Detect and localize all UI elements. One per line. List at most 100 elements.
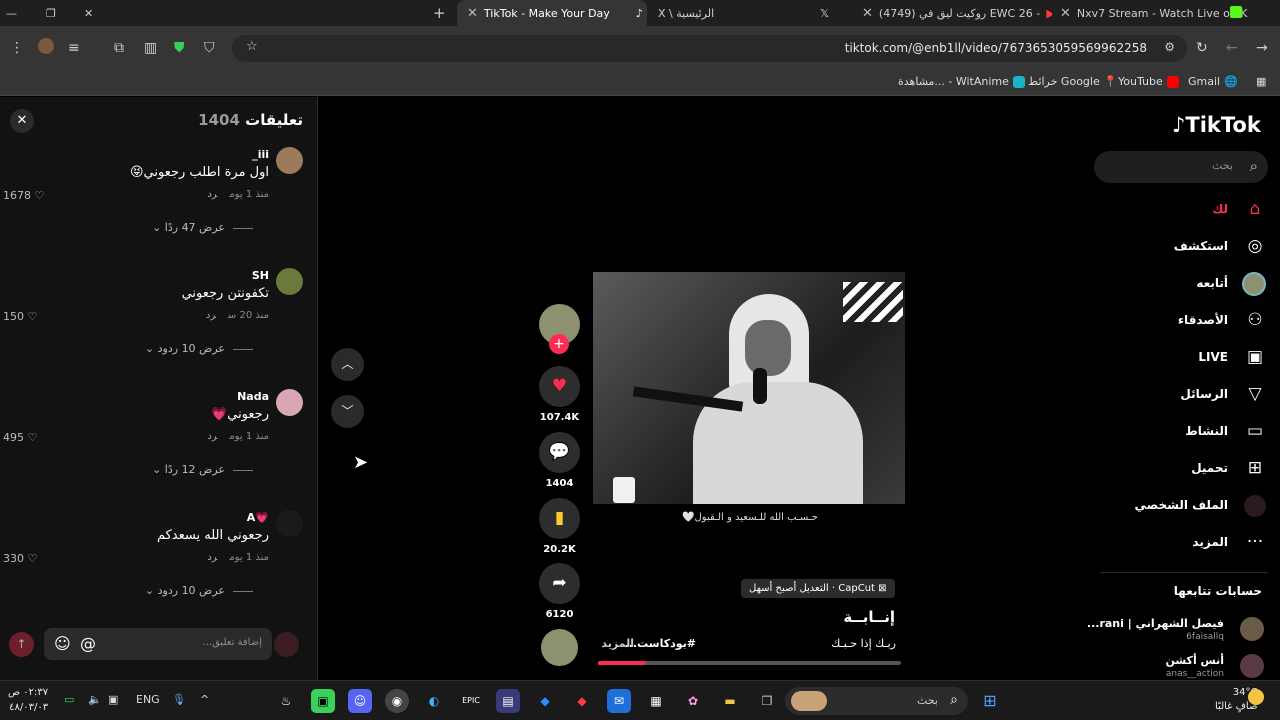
reload-icon[interactable]: ↻ — [1196, 40, 1208, 56]
following-account[interactable]: فيصل الشهراني | rani... 6faisallq — [1084, 615, 1264, 645]
bookmark-gmail[interactable]: Gmail 🌐 — [1188, 75, 1238, 88]
share-button[interactable]: ➦ 6120 — [539, 563, 580, 620]
tray-chevron-icon[interactable]: ^ — [200, 693, 209, 706]
close-comments-button[interactable]: ✕ — [10, 109, 34, 133]
network-icon[interactable]: ▣ — [108, 693, 118, 706]
tab-x[interactable]: X \ الرئيسية 𝕏 — [658, 0, 848, 26]
new-tab-button[interactable]: + — [433, 0, 446, 26]
epic-games-icon[interactable]: EPIC — [459, 689, 483, 713]
tab-youtube[interactable]: ✕ (4749) روكيت ليق في EWC 26 - ▶ — [862, 0, 1052, 26]
sidebar-item-upload[interactable]: ⊞ تحميل — [1126, 455, 1266, 485]
video-progress-bar[interactable] — [598, 661, 901, 665]
battery-icon[interactable]: ▭ — [64, 693, 74, 706]
capcut-badge[interactable]: ⊠ CapCut · التعديل أصبح أسهل — [741, 579, 895, 598]
creator-avatar-button[interactable]: + — [539, 304, 580, 354]
comment-like-button[interactable]: 495 ♡ — [3, 431, 37, 444]
reply-button[interactable]: رد — [207, 431, 217, 442]
close-icon[interactable]: ✕ — [1060, 6, 1071, 21]
previous-video-button[interactable]: ︿ — [331, 348, 364, 381]
forward-icon[interactable]: ← — [1226, 40, 1238, 56]
close-icon[interactable]: ✕ — [862, 6, 873, 21]
sidebar-item-foryou[interactable]: ⌂ لك — [1126, 196, 1266, 226]
avatar[interactable] — [276, 389, 303, 416]
window-close-button[interactable]: ✕ — [84, 0, 93, 26]
comment-username[interactable]: SH — [252, 269, 269, 282]
like-button[interactable]: ♥ 107.4K — [539, 366, 580, 423]
bookmark-youtube[interactable]: YouTube — [1118, 75, 1179, 88]
sidebar-item-friends[interactable]: ⚇ الأصدقاء — [1126, 307, 1266, 337]
window-minimize-button[interactable]: — — [6, 0, 17, 26]
star-icon[interactable]: ☆ — [246, 39, 258, 54]
site-settings-icon[interactable]: ⚙ — [1164, 40, 1175, 54]
view-replies-button[interactable]: عرض 10 ردود ⌄ — [145, 342, 253, 355]
sidebar-item-more[interactable]: ··· المزيد — [1126, 529, 1266, 559]
music-disc-button[interactable] — [539, 629, 580, 666]
comment-username[interactable]: A💗 — [247, 511, 269, 524]
taskbar-search[interactable]: بحث ⌕ — [785, 687, 968, 715]
comment-username[interactable]: Nada — [237, 390, 269, 403]
app-red-icon[interactable]: ◆ — [570, 689, 594, 713]
sidebar-item-live[interactable]: ▣ LIVE — [1126, 344, 1266, 374]
microphone-icon[interactable]: 🎙 — [172, 693, 186, 706]
view-replies-button[interactable]: عرض 10 ردود ⌄ — [145, 584, 253, 597]
comment-like-button[interactable]: 1678 ♡ — [3, 189, 44, 202]
extensions-icon[interactable]: ⧉ — [114, 40, 124, 56]
following-account[interactable]: أنس أكشن anas__action — [1084, 652, 1264, 682]
view-replies-button[interactable]: عرض 47 ردًا ⌄ — [152, 221, 253, 234]
language-indicator[interactable]: ENG — [136, 693, 160, 706]
avatar[interactable] — [276, 510, 303, 537]
shield-icon[interactable]: ⛊ — [174, 40, 185, 56]
more-button[interactable]: المزيد — [601, 637, 634, 650]
edge-icon[interactable]: ◐ — [422, 689, 446, 713]
extension-icon[interactable]: ▥ — [144, 40, 157, 56]
task-view-icon[interactable]: ❐ — [755, 689, 779, 713]
tiktok-logo[interactable]: ♪TikTok — [1172, 113, 1261, 137]
outlook-icon[interactable]: ✉ — [607, 689, 631, 713]
video-player[interactable] — [593, 272, 905, 504]
avatar[interactable] — [276, 268, 303, 295]
bookmark-button[interactable]: ▮ 20.2K — [539, 498, 580, 555]
tab-tiktok[interactable]: ✕ TikTok - Make Your Day ♪ — [457, 0, 647, 26]
reply-button[interactable]: رد — [207, 189, 217, 200]
sidebar-item-messages[interactable]: ▽ الرسائل — [1126, 381, 1266, 411]
reply-button[interactable]: رد — [207, 552, 217, 563]
sidebar-item-activity[interactable]: ▭ النشاط — [1126, 418, 1266, 448]
file-explorer-icon[interactable]: ▬ — [718, 689, 742, 713]
view-replies-button[interactable]: عرض 12 ردًا ⌄ — [152, 463, 253, 476]
app-icon[interactable]: ▤ — [496, 689, 520, 713]
steam-icon[interactable]: ♨ — [274, 689, 298, 713]
reply-button[interactable]: رد — [206, 310, 216, 321]
back-icon[interactable]: → — [1256, 40, 1268, 56]
sidebar-item-explore[interactable]: ◎ استكشف — [1126, 233, 1266, 263]
window-restore-button[interactable]: ❐ — [46, 0, 56, 26]
bookmark-maps[interactable]: خرائط Google 📍 — [1028, 75, 1117, 88]
windows-start-icon[interactable]: ⊞ — [978, 689, 1002, 713]
search-icon[interactable]: ⌕ — [1250, 157, 1258, 175]
sidebar-item-profile[interactable]: الملف الشخصي — [1126, 492, 1266, 522]
search-input[interactable]: بحث ⌕ — [1094, 151, 1268, 183]
avatar[interactable] — [276, 147, 303, 174]
emoji-icon[interactable]: ☺ — [54, 634, 71, 653]
sidebar-item-following[interactable]: أتابعه — [1126, 270, 1266, 300]
comment-username[interactable]: _iii — [252, 148, 269, 161]
send-comment-button[interactable]: ↑ — [9, 632, 34, 657]
menu-icon[interactable]: ⋮ — [10, 40, 24, 56]
comment-input[interactable]: ☺ @ إضافة تعليق... — [44, 628, 272, 660]
store-icon[interactable]: ▦ — [644, 689, 668, 713]
bookmark-witanime[interactable]: مشاهدة... - WitAnime — [898, 75, 1025, 88]
copilot-icon[interactable]: ✿ — [681, 689, 705, 713]
volume-icon[interactable]: 🔈 — [88, 693, 102, 706]
extension-avatar-icon[interactable] — [38, 38, 54, 54]
close-icon[interactable]: ✕ — [467, 6, 478, 21]
chrome-icon[interactable]: ◉ — [385, 689, 409, 713]
dropbox-icon[interactable]: ◆ — [533, 689, 557, 713]
discord-icon[interactable]: ☺ — [348, 689, 372, 713]
tab-kick[interactable]: ✕ Nxv7 Stream - Watch Live on K — [1060, 0, 1248, 26]
clock[interactable]: ٠٢:٣٧ ص ٤٨/٠٣/٠٣ — [8, 685, 48, 715]
apps-icon[interactable]: ▦ — [1256, 75, 1266, 88]
comment-like-button[interactable]: 150 ♡ — [3, 310, 37, 323]
mention-icon[interactable]: @ — [80, 634, 96, 653]
hashtag-link[interactable]: #بودكاست... — [625, 637, 696, 650]
app-green-icon[interactable]: ▣ — [311, 689, 335, 713]
next-video-button[interactable]: ﹀ — [331, 395, 364, 428]
